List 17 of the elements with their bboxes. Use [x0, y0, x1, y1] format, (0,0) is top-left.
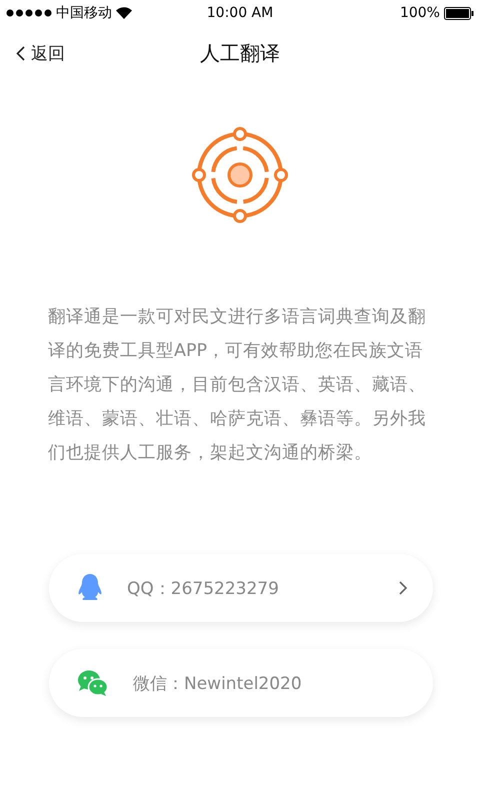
penguin-icon: [77, 573, 103, 603]
wifi-icon: [116, 7, 132, 19]
clock-time: 10:00 AM: [206, 5, 274, 21]
contact-label: 微信：Newintel2020: [133, 672, 303, 694]
orbit-icon: [191, 126, 289, 224]
chevron-left-icon: [16, 46, 25, 61]
carrier-name: 中国移动: [56, 4, 112, 22]
contact-card[interactable]: 微信：Newintel2020: [49, 649, 433, 717]
battery-icon: [444, 6, 474, 20]
back-button[interactable]: 返回: [14, 40, 67, 67]
chat-bubbles-icon: [77, 669, 109, 697]
contact-label: QQ：2675223279: [127, 578, 280, 600]
contact-card[interactable]: QQ：2675223279: [49, 554, 433, 622]
signal-icon: [6, 9, 52, 17]
description-text: 翻译通是一款可对民文进行多语言词典查询及翻译的免费工具型APP，可有效帮助您在民族文语言环境下的沟通，目前包含汉语、英语、藏语、维语、蒙语、壮语、哈萨克语、彝语等。另外我们也提供人工服务，架起文沟通的桥梁。: [48, 306, 427, 465]
battery-percent: 100%: [400, 5, 440, 21]
page-title: 人工翻译: [200, 40, 280, 66]
